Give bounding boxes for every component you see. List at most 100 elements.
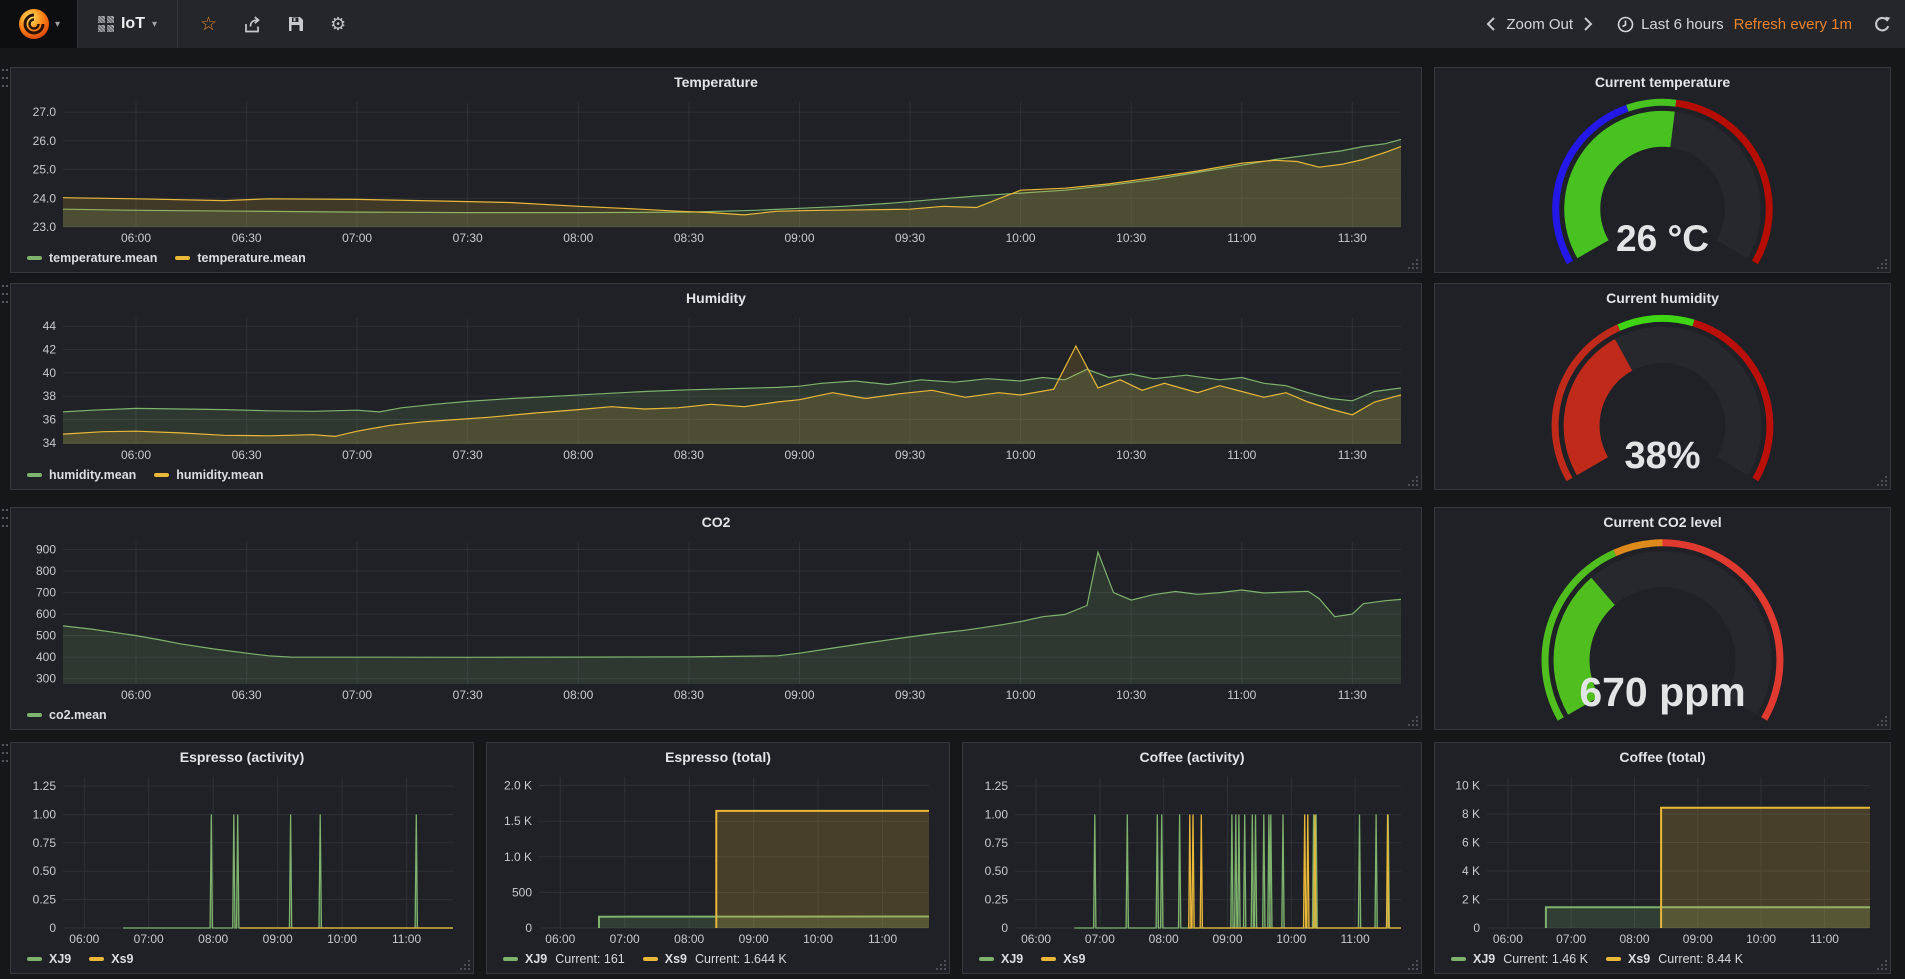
panel-current-temperature: Current temperature 26 °C bbox=[1434, 67, 1891, 273]
row-drag-handle[interactable] bbox=[1, 67, 9, 89]
graph-temperature[interactable]: 06:0006:3007:0007:3008:0008:3009:0009:30… bbox=[17, 94, 1415, 247]
panel-coffee-activity: Coffee (activity) 06:0007:0008:0009:0010… bbox=[962, 742, 1422, 974]
legend-item[interactable]: humidity.mean bbox=[154, 468, 263, 482]
panel-title[interactable]: Current CO2 level bbox=[1441, 510, 1884, 534]
panel-title[interactable]: CO2 bbox=[17, 510, 1415, 534]
star-icon[interactable]: ☆ bbox=[200, 15, 217, 34]
resize-handle-icon[interactable] bbox=[1876, 715, 1887, 726]
legend-item[interactable]: co2.mean bbox=[27, 708, 107, 722]
refresh-interval-button[interactable]: Refresh every 1m bbox=[1734, 16, 1852, 33]
legend: humidity.mean humidity.mean bbox=[17, 464, 1415, 486]
legend: XJ9 Xs9 bbox=[17, 948, 467, 970]
gear-icon[interactable]: ⚙ bbox=[330, 15, 346, 33]
svg-text:08:00: 08:00 bbox=[563, 231, 593, 245]
row-drag-handle[interactable] bbox=[1, 507, 9, 529]
panel-title[interactable]: Coffee (total) bbox=[1441, 745, 1884, 769]
legend-swatch-icon bbox=[27, 957, 42, 961]
svg-text:11:00: 11:00 bbox=[1810, 932, 1839, 946]
svg-text:25.0: 25.0 bbox=[33, 163, 57, 177]
legend-item[interactable]: Xs9Current: 8.44 K bbox=[1606, 952, 1743, 966]
svg-text:09:00: 09:00 bbox=[263, 932, 293, 946]
svg-text:0: 0 bbox=[1001, 921, 1008, 935]
legend-item[interactable]: humidity.mean bbox=[27, 468, 136, 482]
legend-item[interactable]: XJ9 bbox=[979, 952, 1023, 966]
graph-espresso-activity[interactable]: 06:0007:0008:0009:0010:0011:0000.250.500… bbox=[17, 769, 467, 948]
svg-text:07:30: 07:30 bbox=[453, 448, 483, 462]
resize-handle-icon[interactable] bbox=[1876, 959, 1887, 970]
graph-espresso-total[interactable]: 06:0007:0008:0009:0010:0011:0005001.0 K1… bbox=[493, 769, 943, 948]
svg-text:10:00: 10:00 bbox=[1006, 448, 1036, 462]
grafana-logo-button[interactable]: ▾ bbox=[0, 0, 78, 48]
svg-text:06:00: 06:00 bbox=[121, 688, 151, 702]
clock-icon bbox=[1617, 16, 1634, 33]
svg-text:38: 38 bbox=[43, 389, 57, 403]
time-range-button[interactable]: Last 6 hours bbox=[1617, 16, 1724, 33]
resize-handle-icon[interactable] bbox=[1407, 959, 1418, 970]
panel-title[interactable]: Humidity bbox=[17, 286, 1415, 310]
legend-item[interactable]: XJ9 bbox=[27, 952, 71, 966]
svg-text:07:00: 07:00 bbox=[342, 231, 372, 245]
svg-text:40: 40 bbox=[43, 366, 57, 380]
resize-handle-icon[interactable] bbox=[1407, 475, 1418, 486]
svg-text:0: 0 bbox=[49, 921, 56, 935]
legend-item[interactable]: Xs9Current: 1.644 K bbox=[643, 952, 787, 966]
panel-title[interactable]: Current temperature bbox=[1441, 70, 1884, 94]
panel-temperature: Temperature 06:0006:3007:0007:3008:0008:… bbox=[10, 67, 1422, 273]
svg-text:4 K: 4 K bbox=[1462, 864, 1480, 878]
panel-title[interactable]: Current humidity bbox=[1441, 286, 1884, 310]
save-icon[interactable] bbox=[288, 16, 304, 32]
legend-item[interactable]: temperature.mean bbox=[175, 251, 305, 265]
svg-text:07:30: 07:30 bbox=[453, 231, 483, 245]
gauge-value: 670 ppm bbox=[1579, 669, 1745, 715]
resize-handle-icon[interactable] bbox=[935, 959, 946, 970]
legend-item[interactable]: temperature.mean bbox=[27, 251, 157, 265]
svg-text:0: 0 bbox=[525, 921, 532, 935]
svg-text:09:00: 09:00 bbox=[739, 932, 769, 946]
resize-handle-icon[interactable] bbox=[1876, 475, 1887, 486]
svg-text:09:30: 09:30 bbox=[895, 688, 925, 702]
legend-item[interactable]: Xs9 bbox=[1041, 952, 1085, 966]
svg-text:11:00: 11:00 bbox=[1227, 448, 1256, 462]
dashboard-picker[interactable]: IoT ▾ bbox=[78, 0, 178, 48]
svg-text:1.00: 1.00 bbox=[985, 808, 1009, 822]
graph-coffee-total[interactable]: 06:0007:0008:0009:0010:0011:0002 K4 K6 K… bbox=[1441, 769, 1884, 948]
svg-text:06:30: 06:30 bbox=[232, 231, 262, 245]
svg-text:11:00: 11:00 bbox=[1341, 932, 1370, 946]
svg-text:11:00: 11:00 bbox=[868, 932, 897, 946]
svg-text:27.0: 27.0 bbox=[33, 105, 57, 119]
resize-handle-icon[interactable] bbox=[1407, 715, 1418, 726]
resize-handle-icon[interactable] bbox=[459, 959, 470, 970]
svg-text:09:30: 09:30 bbox=[895, 231, 925, 245]
graph-humidity[interactable]: 06:0006:3007:0007:3008:0008:3009:0009:30… bbox=[17, 310, 1415, 464]
row-drag-handle[interactable] bbox=[1, 283, 9, 305]
legend-item[interactable]: XJ9Current: 161 bbox=[503, 952, 625, 966]
dashboard-grid-icon bbox=[98, 16, 114, 32]
svg-text:10:00: 10:00 bbox=[327, 932, 357, 946]
chevron-left-icon[interactable] bbox=[1486, 16, 1496, 32]
panel-title[interactable]: Coffee (activity) bbox=[969, 745, 1415, 769]
legend-item[interactable]: Xs9 bbox=[89, 952, 133, 966]
svg-text:10:30: 10:30 bbox=[1116, 688, 1146, 702]
share-icon[interactable] bbox=[243, 16, 262, 33]
svg-text:06:00: 06:00 bbox=[121, 231, 151, 245]
chevron-right-icon[interactable] bbox=[1583, 16, 1593, 32]
svg-text:400: 400 bbox=[36, 650, 56, 664]
zoom-out-button[interactable]: Zoom Out bbox=[1506, 16, 1573, 33]
legend: temperature.mean temperature.mean bbox=[17, 247, 1415, 269]
resize-handle-icon[interactable] bbox=[1876, 258, 1887, 269]
panel-title[interactable]: Espresso (total) bbox=[493, 745, 943, 769]
graph-coffee-activity[interactable]: 06:0007:0008:0009:0010:0011:0000.250.500… bbox=[969, 769, 1415, 948]
legend: co2.mean bbox=[17, 704, 1415, 726]
panel-title[interactable]: Temperature bbox=[17, 70, 1415, 94]
legend: XJ9 Xs9 bbox=[969, 948, 1415, 970]
refresh-icon[interactable] bbox=[1874, 16, 1891, 33]
row-drag-handle[interactable] bbox=[1, 742, 9, 764]
legend-item[interactable]: XJ9Current: 1.46 K bbox=[1451, 952, 1588, 966]
legend-swatch-icon bbox=[27, 713, 42, 717]
graph-co2[interactable]: 06:0006:3007:0007:3008:0008:3009:0009:30… bbox=[17, 534, 1415, 704]
panel-title[interactable]: Espresso (activity) bbox=[17, 745, 467, 769]
caret-down-icon: ▾ bbox=[152, 19, 157, 30]
dashboard-title: IoT bbox=[121, 15, 145, 33]
svg-text:06:30: 06:30 bbox=[232, 688, 262, 702]
resize-handle-icon[interactable] bbox=[1407, 258, 1418, 269]
